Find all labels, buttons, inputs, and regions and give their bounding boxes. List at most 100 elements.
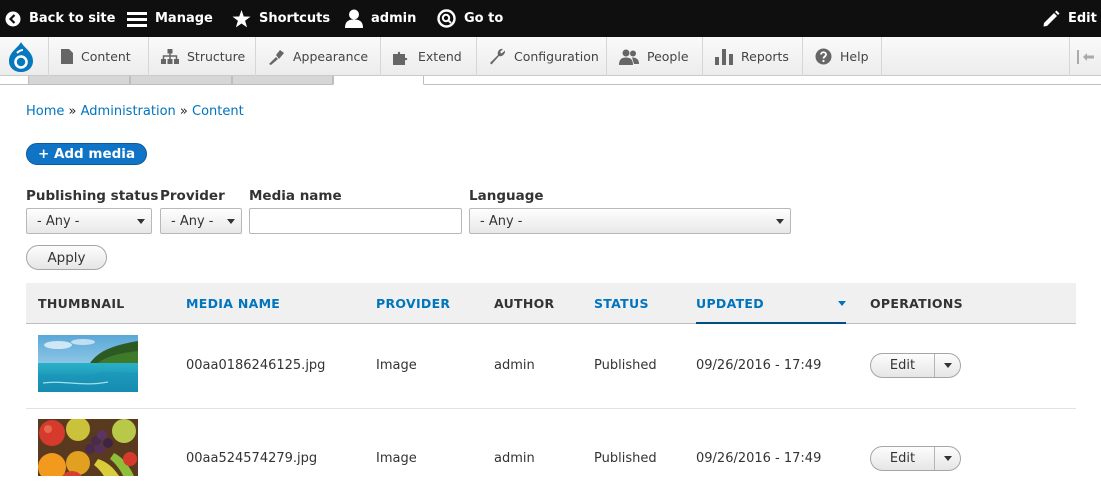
manage-menu[interactable]: Manage — [127, 0, 213, 37]
shortcuts-menu[interactable]: Shortcuts — [232, 0, 330, 37]
goto-label: Go to — [464, 11, 504, 26]
th-thumbnail: THUMBNAIL — [38, 296, 125, 311]
manage-label: Manage — [155, 11, 213, 26]
tray-item-configuration[interactable]: Configuration — [476, 37, 606, 76]
th-media-name[interactable]: MEDIA NAME — [186, 283, 280, 324]
updated-cell: 09/26/2016 - 17:49 — [696, 358, 822, 373]
hamburger-icon — [127, 11, 147, 27]
provider-value: - Any - — [171, 213, 214, 229]
media-name-input[interactable] — [249, 208, 462, 234]
media-name-label: Media name — [249, 188, 342, 204]
edit-mode-label: Edit — [1068, 11, 1097, 26]
author-link[interactable]: admin — [494, 451, 535, 466]
publishing-status-value: - Any - — [37, 213, 80, 229]
provider-cell: Image — [376, 451, 417, 466]
add-media-button[interactable]: + Add media — [26, 143, 147, 165]
th-provider[interactable]: PROVIDER — [376, 283, 450, 324]
admin-toolbar: Back to site Manage Shortcuts admin Go t… — [0, 0, 1101, 37]
tab-1[interactable] — [28, 76, 130, 85]
th-operations: OPERATIONS — [870, 296, 963, 311]
chevron-down-icon — [137, 219, 145, 224]
table-header: THUMBNAIL MEDIA NAME PROVIDER AUTHOR STA… — [26, 283, 1076, 324]
active-sort-underline — [696, 322, 846, 324]
tray-label-extend: Extend — [418, 49, 462, 64]
tab-3[interactable] — [232, 76, 333, 85]
tray-label-people: People — [647, 49, 689, 64]
chevron-down-icon — [227, 219, 235, 224]
author-link[interactable]: admin — [494, 358, 535, 373]
language-select[interactable]: - Any - — [469, 208, 791, 234]
breadcrumb-separator: » — [179, 104, 188, 119]
publishing-status-label: Publishing status — [26, 188, 159, 204]
people-icon — [619, 49, 639, 65]
tray-label-configuration: Configuration — [514, 49, 599, 64]
tray-orientation-toggle[interactable] — [1069, 37, 1101, 76]
tray-item-help[interactable]: Help — [802, 37, 882, 76]
user-menu[interactable]: admin — [345, 0, 416, 37]
media-thumbnail-beach[interactable] — [38, 335, 138, 392]
drupal-logo[interactable] — [0, 37, 42, 76]
breadcrumb: Home » Administration » Content — [26, 104, 244, 119]
chevron-down-icon — [943, 456, 952, 461]
sort-descending-icon[interactable] — [838, 301, 846, 306]
tray-item-structure[interactable]: Structure — [148, 37, 255, 76]
provider-select[interactable]: - Any - — [160, 208, 242, 234]
media-thumbnail-fruit[interactable] — [38, 419, 138, 476]
status-cell: Published — [594, 451, 657, 466]
star-icon — [232, 9, 251, 27]
row-divider — [26, 408, 1076, 409]
breadcrumb-content[interactable]: Content — [192, 104, 244, 119]
goto-menu[interactable]: Go to — [437, 0, 503, 37]
language-label: Language — [469, 188, 544, 204]
chevron-down-icon — [776, 219, 784, 224]
tray-item-content[interactable]: Content — [48, 37, 148, 76]
apply-button[interactable]: Apply — [26, 245, 107, 270]
user-label: admin — [371, 11, 417, 26]
media-name-link[interactable]: 00aa0186246125.jpg — [186, 358, 325, 373]
language-value: - Any - — [480, 213, 523, 229]
tray-item-appearance[interactable]: Appearance — [255, 37, 380, 76]
tray-item-extend[interactable]: Extend — [380, 37, 476, 76]
tray-item-reports[interactable]: Reports — [702, 37, 802, 76]
help-icon — [815, 48, 832, 65]
paintbrush-icon — [269, 49, 284, 65]
collapse-left-icon — [1076, 49, 1094, 64]
operations-dropdown-toggle[interactable] — [935, 354, 960, 377]
tray-label-reports: Reports — [741, 49, 789, 64]
edit-mode-toggle[interactable]: Edit — [1042, 0, 1097, 37]
updated-cell: 09/26/2016 - 17:49 — [696, 451, 822, 466]
edit-button[interactable]: Edit — [871, 354, 935, 377]
publishing-status-select[interactable]: - Any - — [26, 208, 152, 234]
th-updated[interactable]: UPDATED — [696, 283, 764, 324]
media-name-link[interactable]: 00aa524574279.jpg — [186, 451, 317, 466]
chevron-down-icon — [943, 363, 952, 368]
bar-chart-icon — [715, 48, 733, 65]
status-cell: Published — [594, 358, 657, 373]
sitemap-icon — [161, 49, 179, 64]
puzzle-icon — [393, 51, 408, 65]
pencil-icon — [1043, 10, 1060, 26]
back-arrow-icon — [5, 11, 21, 26]
tab-2[interactable] — [130, 76, 232, 85]
tray-item-people[interactable]: People — [606, 37, 702, 76]
operations-dropdown-toggle[interactable] — [935, 447, 960, 470]
shortcuts-label: Shortcuts — [259, 11, 331, 26]
tab-media-active[interactable] — [333, 76, 424, 85]
breadcrumb-separator: » — [68, 104, 77, 119]
back-to-site-link[interactable]: Back to site — [5, 0, 115, 37]
provider-cell: Image — [376, 358, 417, 373]
breadcrumb-administration[interactable]: Administration — [81, 104, 176, 119]
admin-menu-tray: Content Structure Appearance Extend Conf… — [0, 37, 1101, 76]
edit-dropbutton[interactable]: Edit — [870, 353, 961, 378]
th-status[interactable]: STATUS — [594, 283, 649, 324]
user-icon — [345, 9, 363, 28]
back-to-site-label: Back to site — [29, 11, 116, 26]
tray-label-appearance: Appearance — [293, 49, 369, 64]
breadcrumb-home[interactable]: Home — [26, 104, 64, 119]
edit-button[interactable]: Edit — [871, 447, 935, 470]
tray-label-content: Content — [81, 49, 131, 64]
edit-dropbutton[interactable]: Edit — [870, 446, 961, 471]
tray-label-structure: Structure — [187, 49, 246, 64]
drupal-drop-icon — [9, 41, 33, 72]
search-circle-icon — [437, 9, 456, 28]
